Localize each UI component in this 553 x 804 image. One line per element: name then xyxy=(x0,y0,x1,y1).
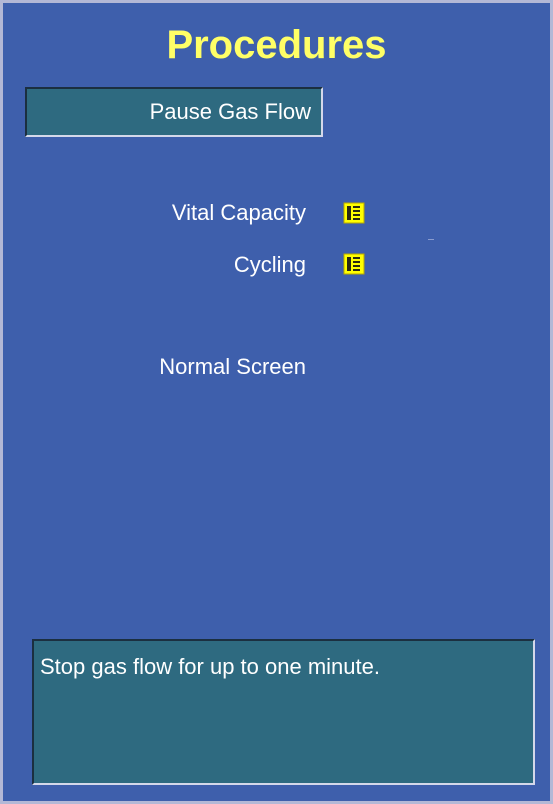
description-text: Stop gas flow for up to one minute. xyxy=(40,654,380,679)
menu-item-normal-screen[interactable]: Normal Screen xyxy=(159,353,306,381)
page-title: Procedures xyxy=(166,23,387,67)
procedures-panel: Procedures Pause Gas Flow Vital Capacity… xyxy=(0,0,553,804)
description-box: Stop gas flow for up to one minute. xyxy=(32,639,535,785)
document-icon[interactable] xyxy=(343,202,365,224)
cursor-mark xyxy=(428,239,434,240)
document-icon[interactable] xyxy=(343,253,365,275)
menu-item-vital-capacity[interactable]: Vital Capacity xyxy=(172,199,306,227)
menu-item-cycling[interactable]: Cycling xyxy=(234,251,306,279)
pause-gas-flow-button[interactable]: Pause Gas Flow xyxy=(25,87,323,137)
